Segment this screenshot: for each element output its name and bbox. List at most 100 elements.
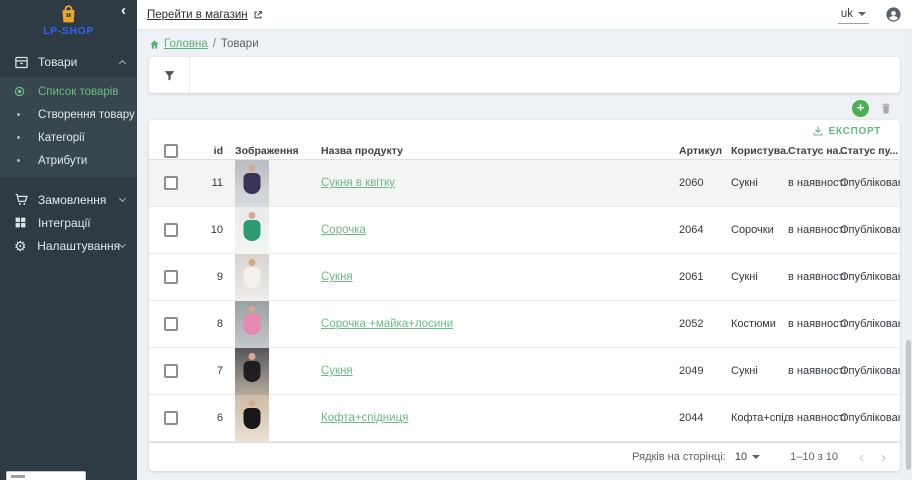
product-id: 8	[193, 318, 223, 330]
sidebar-item-settings[interactable]: ⚙ Налаштування	[0, 234, 137, 257]
breadcrumb-current: Товари	[221, 38, 259, 50]
product-category: Сукні	[731, 177, 788, 189]
bullet-icon	[14, 136, 38, 139]
pagination-range: 1–10 з 10	[790, 451, 838, 463]
locale-value: uk	[841, 8, 853, 20]
table-row[interactable]: 9 Сукня 2061 Сукні в наявності Опубліков…	[149, 254, 900, 301]
product-name-link[interactable]: Сукня в квітку	[321, 177, 395, 189]
sidebar-item-attributes[interactable]: Атрибути	[0, 149, 137, 172]
caret-down-icon	[752, 455, 760, 459]
download-icon	[812, 125, 824, 137]
sidebar-item-label: Налаштування	[37, 239, 120, 253]
column-header-category[interactable]: Користува...	[731, 145, 788, 157]
next-page-button[interactable]: ›	[879, 450, 888, 465]
product-id: 11	[193, 177, 223, 189]
product-name-link[interactable]: Сорочка	[321, 224, 366, 236]
locale-select[interactable]: uk	[838, 6, 869, 24]
sidebar-item-integrations[interactable]: Інтеграції	[0, 211, 137, 234]
row-checkbox[interactable]	[164, 270, 178, 284]
table-row[interactable]: 6 Кофта+спідниця 2044 Кофта+спідниц в на…	[149, 395, 900, 442]
filter-button[interactable]	[149, 57, 190, 93]
sidebar-item-categories[interactable]: Категорії	[0, 126, 137, 149]
box-icon	[14, 55, 38, 70]
product-sku: 2064	[679, 224, 731, 236]
delete-button[interactable]	[880, 101, 892, 115]
account-button[interactable]	[885, 6, 902, 23]
home-icon	[149, 39, 160, 50]
sidebar-item-label: Категорії	[38, 132, 85, 144]
main-content: Головна / Товари + ЕКСПОРТ id	[137, 30, 912, 480]
row-checkbox[interactable]	[164, 223, 178, 237]
product-category: Сорочки	[731, 224, 788, 236]
sidebar-item-product-list[interactable]: Список товарів	[0, 80, 137, 103]
product-name-link[interactable]: Кофта+спідниця	[321, 412, 408, 424]
publish-status: Опубліковано	[840, 365, 900, 377]
publish-status: Опубліковано	[840, 177, 900, 189]
table-header: id Зображення Назва продукту Артикул Кор…	[149, 142, 900, 160]
plus-icon: +	[857, 100, 865, 115]
sidebar-item-label: Замовлення	[38, 193, 120, 207]
funnel-icon	[163, 69, 176, 82]
shopping-bag-logo-icon	[58, 4, 79, 25]
stock-status: в наявності	[788, 318, 840, 330]
product-thumbnail	[235, 348, 269, 395]
sidebar-item-label: Список товарів	[38, 86, 118, 98]
product-category: Сукні	[731, 271, 788, 283]
column-header-publish-status[interactable]: Статус пу...	[840, 145, 900, 157]
caret-down-icon	[858, 12, 866, 16]
product-name-link[interactable]: Сукня	[321, 271, 353, 283]
bullet-icon	[14, 113, 38, 116]
prev-page-button[interactable]: ‹	[857, 450, 866, 465]
rows-per-page-select[interactable]: 10	[735, 451, 760, 463]
row-checkbox[interactable]	[164, 364, 178, 378]
table-footer: Рядків на сторінці: 10 1–10 з 10 ‹ ›	[149, 442, 900, 471]
sidebar-item-label: Товари	[38, 55, 120, 69]
select-all-checkbox[interactable]	[164, 144, 178, 158]
column-header-name[interactable]: Назва продукту	[321, 145, 679, 157]
account-circle-icon	[885, 6, 902, 23]
product-thumbnail	[235, 160, 269, 207]
product-id: 6	[193, 412, 223, 424]
logo-block[interactable]: ‹ LP-SHOP	[0, 0, 137, 46]
sidebar-collapse-button[interactable]: ‹	[121, 2, 126, 20]
row-checkbox[interactable]	[164, 176, 178, 190]
sidebar-item-label: Інтеграції	[38, 216, 125, 230]
product-thumbnail	[235, 207, 269, 254]
publish-status: Опубліковано	[840, 318, 900, 330]
products-submenu: Список товарів Створення товару Категорі…	[0, 77, 137, 177]
product-sku: 2060	[679, 177, 731, 189]
product-name-link[interactable]: Сукня	[321, 365, 353, 377]
grid-icon	[14, 216, 38, 229]
store-link-label: Перейти в магазин	[147, 9, 248, 21]
export-button[interactable]: ЕКСПОРТ	[812, 125, 881, 137]
table-row[interactable]: 8 Сорочка +майка+лосини 2052 Костюми в н…	[149, 301, 900, 348]
table-row[interactable]: 7 Сукня 2049 Сукні в наявності Опубліков…	[149, 348, 900, 395]
go-to-store-link[interactable]: Перейти в магазин	[147, 9, 263, 21]
row-checkbox[interactable]	[164, 411, 178, 425]
sidebar-item-products[interactable]: Товари	[0, 50, 137, 74]
scrollbar-thumb[interactable]	[906, 340, 911, 470]
product-thumbnail	[235, 301, 269, 348]
scrollbar[interactable]	[905, 30, 912, 480]
row-checkbox[interactable]	[164, 317, 178, 331]
product-id: 7	[193, 365, 223, 377]
table-row[interactable]: 10 Сорочка 2064 Сорочки в наявності Опуб…	[149, 207, 900, 254]
column-header-stock-status[interactable]: Статус на...	[788, 145, 840, 157]
sidebar-item-orders[interactable]: Замовлення	[0, 188, 137, 211]
chevron-down-icon	[119, 195, 126, 202]
table-row[interactable]: 11 Сукня в квітку 2060 Сукні в наявності…	[149, 160, 900, 207]
product-id: 10	[193, 224, 223, 236]
column-header-image: Зображення	[235, 142, 291, 159]
product-sku: 2061	[679, 271, 731, 283]
sidebar-item-create-product[interactable]: Створення товару	[0, 103, 137, 126]
add-product-button[interactable]: +	[852, 100, 869, 117]
export-label: ЕКСПОРТ	[829, 126, 881, 137]
sidebar-item-label: Атрибути	[38, 155, 87, 167]
column-header-sku[interactable]: Артикул	[679, 145, 731, 157]
trash-icon	[880, 101, 892, 115]
link-preview-tooltip	[6, 471, 86, 480]
product-name-link[interactable]: Сорочка +майка+лосини	[321, 318, 453, 330]
breadcrumb-home[interactable]: Головна	[149, 38, 208, 50]
breadcrumb-separator: /	[213, 38, 216, 50]
column-header-id[interactable]: id	[193, 145, 223, 157]
